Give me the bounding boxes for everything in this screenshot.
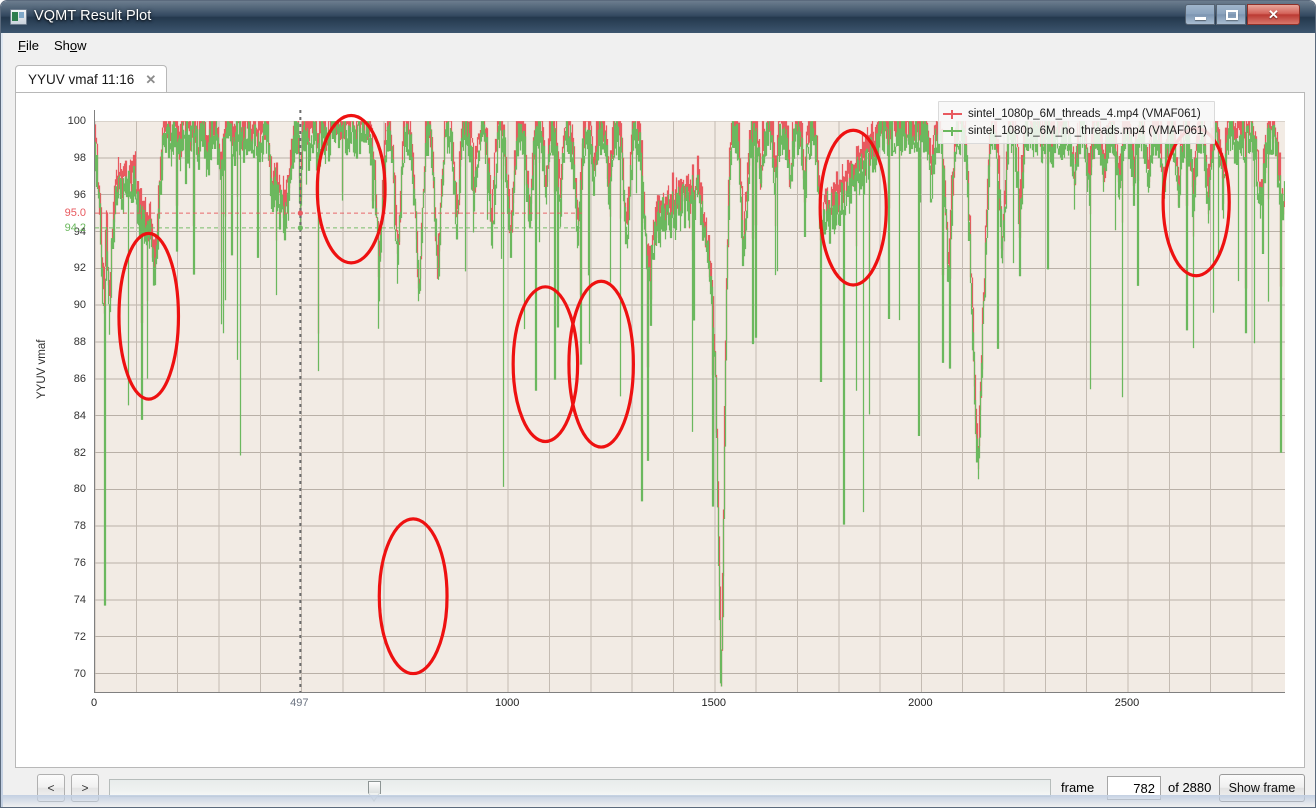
- tab-strip: YYUV vmaf 11:16 ✕: [15, 65, 1305, 93]
- series-line-no-threads: [95, 121, 1285, 687]
- tab-label: YYUV vmaf 11:16: [28, 72, 135, 87]
- y-axis-ticks: 100 98 96 94 92 90 88 86 84 82 80 78 76 74 72 70 95.0 94.…: [22, 99, 94, 761]
- y-axis-tick: 82: [73, 446, 86, 459]
- next-frame-button[interactable]: >: [71, 774, 99, 802]
- annotation-ellipse: [377, 517, 449, 676]
- app-icon: [10, 9, 27, 25]
- y-axis-tick: 78: [73, 520, 86, 533]
- y-axis-tick: 96: [73, 188, 86, 201]
- minimize-button[interactable]: [1185, 4, 1215, 25]
- window-title: VQMT Result Plot: [34, 8, 152, 24]
- y-axis-tick: 74: [73, 593, 86, 606]
- close-icon: ✕: [1268, 6, 1279, 22]
- y-axis-tick: 76: [73, 557, 86, 570]
- x-axis-tick: 497: [290, 697, 309, 709]
- tab-yyuv-vmaf[interactable]: YYUV vmaf 11:16 ✕: [15, 65, 168, 93]
- y-axis-tick: 84: [73, 409, 86, 422]
- close-button[interactable]: ✕: [1247, 4, 1300, 25]
- menu-item-file-label: ile: [25, 38, 39, 53]
- x-axis-tick: 1000: [494, 697, 520, 709]
- plot-area[interactable]: [94, 110, 1285, 693]
- legend-item: sintel_1080p_6M_no_threads.mp4 (VMAF061): [943, 122, 1207, 139]
- series-mean-label: 95.0: [64, 207, 86, 220]
- frame-input[interactable]: [1107, 776, 1161, 800]
- title-bar[interactable]: VQMT Result Plot ✕: [1, 1, 1315, 33]
- legend-label: sintel_1080p_6M_no_threads.mp4 (VMAF061): [968, 124, 1208, 137]
- legend-item: sintel_1080p_6M_threads_4.mp4 (VMAF061): [943, 105, 1207, 122]
- x-axis-tick: 1500: [701, 697, 727, 709]
- y-axis-tick: 100: [67, 115, 86, 128]
- frame-slider-thumb[interactable]: [368, 781, 381, 802]
- x-axis-tick: 2500: [1114, 697, 1140, 709]
- previous-frame-button[interactable]: <: [37, 774, 65, 802]
- legend-label: sintel_1080p_6M_threads_4.mp4 (VMAF061): [968, 107, 1201, 120]
- tab-close-icon[interactable]: ✕: [145, 72, 156, 88]
- y-axis-tick: 88: [73, 336, 86, 349]
- y-axis-tick: 98: [73, 151, 86, 164]
- menu-item-show[interactable]: Show: [47, 36, 94, 55]
- plot-container: YYUV vmaf 100 98 96 94 92 90 88 86 84 82 80 78 76 74 7…: [22, 99, 1298, 761]
- application-window: VQMT Result Plot ✕ File Show YYUV vmaf 1…: [0, 0, 1316, 808]
- x-axis-tick: 0: [90, 697, 98, 709]
- y-axis-tick: 72: [73, 630, 86, 643]
- frame-total-label: of 2880: [1168, 780, 1212, 795]
- y-axis-tick: 86: [73, 372, 86, 385]
- frame-marker-point-green: [297, 225, 303, 231]
- x-axis-tick: 2000: [908, 697, 933, 709]
- x-axis-ticks: 0 497 1000 1500 2000 2500: [90, 694, 1286, 718]
- menu-item-file[interactable]: File: [11, 36, 46, 55]
- frame-label: frame: [1061, 780, 1095, 795]
- y-axis-tick: 90: [73, 299, 86, 312]
- y-axis-tick: 70: [73, 667, 86, 680]
- chart-legend: sintel_1080p_6M_threads_4.mp4 (VMAF061) s…: [938, 101, 1216, 144]
- y-axis-tick: 80: [73, 483, 86, 496]
- frame-slider[interactable]: [109, 779, 1051, 802]
- frame-marker-point-red: [297, 210, 303, 216]
- title-bar-gloss: [1, 1, 1315, 33]
- y-axis-tick: 92: [73, 262, 86, 275]
- playback-control-bar: < > frame of 2880 Show frame: [15, 774, 1305, 804]
- minimize-icon: [1195, 17, 1206, 20]
- legend-color-swatch: [943, 109, 962, 119]
- tab-panel: YYUV vmaf 100 98 96 94 92 90 88 86 84 82 80 78 76 74 7…: [15, 92, 1305, 768]
- menu-bar: File Show: [3, 33, 1315, 58]
- series-mean-label: 94.2: [64, 221, 86, 234]
- maximize-icon: [1226, 10, 1238, 20]
- show-frame-button[interactable]: Show frame: [1219, 774, 1305, 802]
- chart-svg: [95, 110, 1285, 692]
- legend-color-swatch: [943, 126, 962, 136]
- maximize-button[interactable]: [1216, 4, 1246, 25]
- client-area: YYUV vmaf 11:16 ✕ YYUV vmaf 100 98 96 94 92 9…: [3, 57, 1315, 807]
